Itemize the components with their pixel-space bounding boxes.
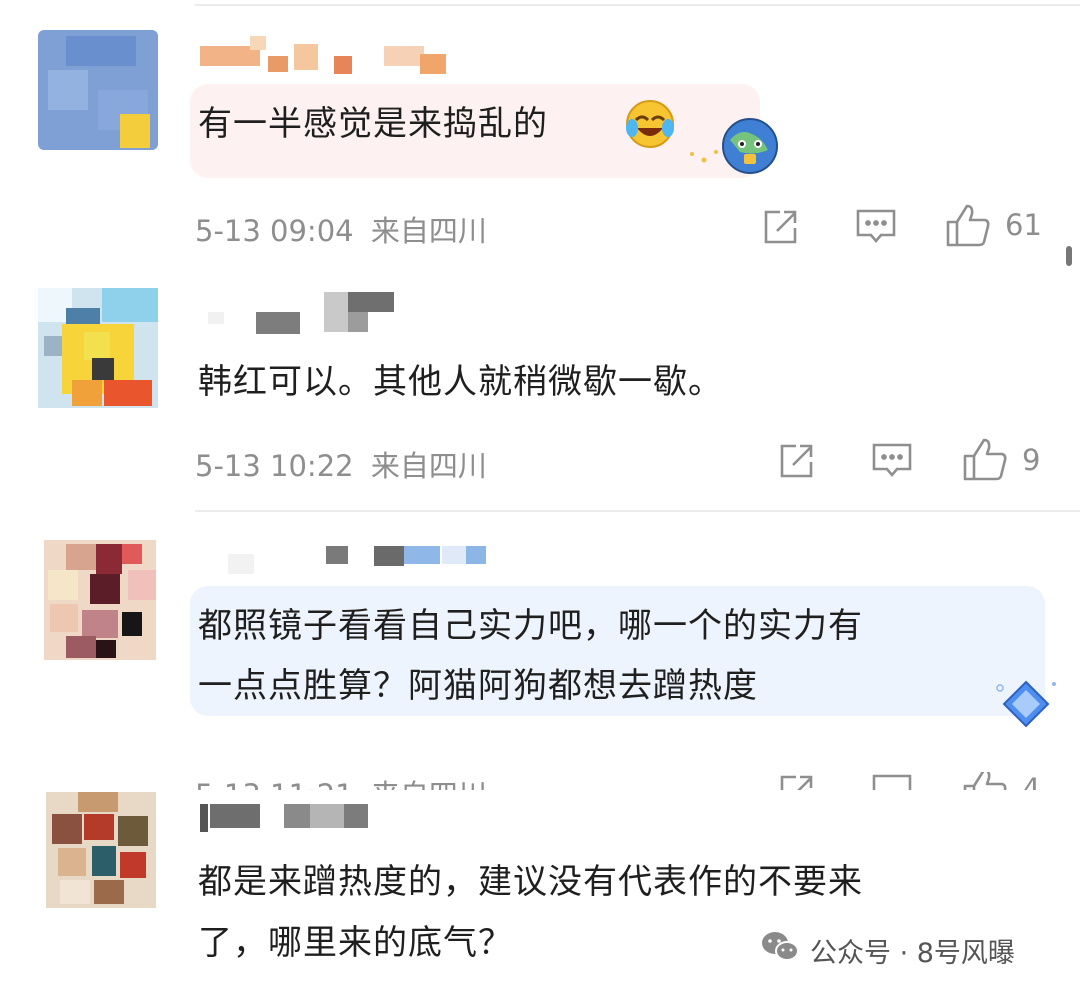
laughing-crying-emoji-icon	[624, 98, 676, 154]
comment-date: 5-13 09:04	[195, 214, 354, 248]
share-icon[interactable]	[776, 441, 816, 481]
username-blurred[interactable]	[198, 540, 498, 580]
earth-mascot-sticker-icon	[686, 114, 782, 180]
comment-location: 来自四川	[371, 778, 487, 790]
comment-date: 5-13 11:21	[195, 778, 354, 790]
thumbs-up-icon[interactable]	[962, 772, 1008, 790]
comment-icon[interactable]	[871, 441, 913, 481]
comment-text-line: 了，哪里来的底气？	[198, 923, 513, 963]
watermark: 公众号 · 8号风曝	[760, 930, 1015, 971]
scrollbar[interactable]	[1066, 246, 1072, 266]
comment-text-line: 一点点胜算？阿猫阿狗都想去蹭热度	[198, 666, 758, 706]
top-divider	[195, 4, 1080, 6]
thumbs-up-icon[interactable]	[945, 202, 991, 248]
share-icon[interactable]	[760, 207, 800, 247]
comment-location: 来自四川	[370, 449, 487, 483]
comment-meta-clipped: 5-13 11:21 来自四川 4	[0, 772, 1080, 790]
divider	[195, 510, 1080, 512]
thumbs-up-icon[interactable]	[962, 436, 1008, 482]
wechat-icon	[760, 930, 800, 971]
username-blurred[interactable]	[198, 796, 498, 836]
like-count: 9	[1022, 443, 1041, 477]
comment-meta: 5-13 09:04 来自四川	[195, 208, 487, 250]
comment-text-line: 都是来蹭热度的，建议没有代表作的不要来	[198, 862, 863, 902]
avatar[interactable]	[38, 288, 158, 408]
username-blurred[interactable]	[198, 290, 498, 334]
avatar[interactable]	[38, 792, 158, 912]
comment-icon[interactable]	[871, 772, 913, 790]
diamond-sticker-icon	[990, 676, 1062, 736]
avatar[interactable]	[38, 540, 158, 660]
share-icon[interactable]	[776, 772, 816, 790]
comment-icon[interactable]	[855, 207, 897, 247]
comment-location: 来自四川	[370, 214, 487, 248]
comment-text-line: 都照镜子看看自己实力吧，哪一个的实力有	[198, 606, 863, 646]
username-blurred[interactable]	[198, 34, 498, 74]
comment-text-line: 韩红可以。其他人就稍微歇一歇。	[198, 362, 723, 402]
like-count: 4	[1022, 772, 1041, 790]
comment-meta: 5-13 10:22 来自四川	[195, 443, 487, 485]
comment-date: 5-13 10:22	[195, 449, 354, 483]
avatar[interactable]	[38, 30, 158, 150]
like-count: 61	[1005, 208, 1042, 242]
comment-meta: 5-13 11:21 来自四川	[195, 772, 487, 790]
watermark-label: 公众号 · 8号风曝	[810, 938, 1015, 969]
comment-text-line: 有一半感觉是来捣乱的	[198, 104, 548, 144]
